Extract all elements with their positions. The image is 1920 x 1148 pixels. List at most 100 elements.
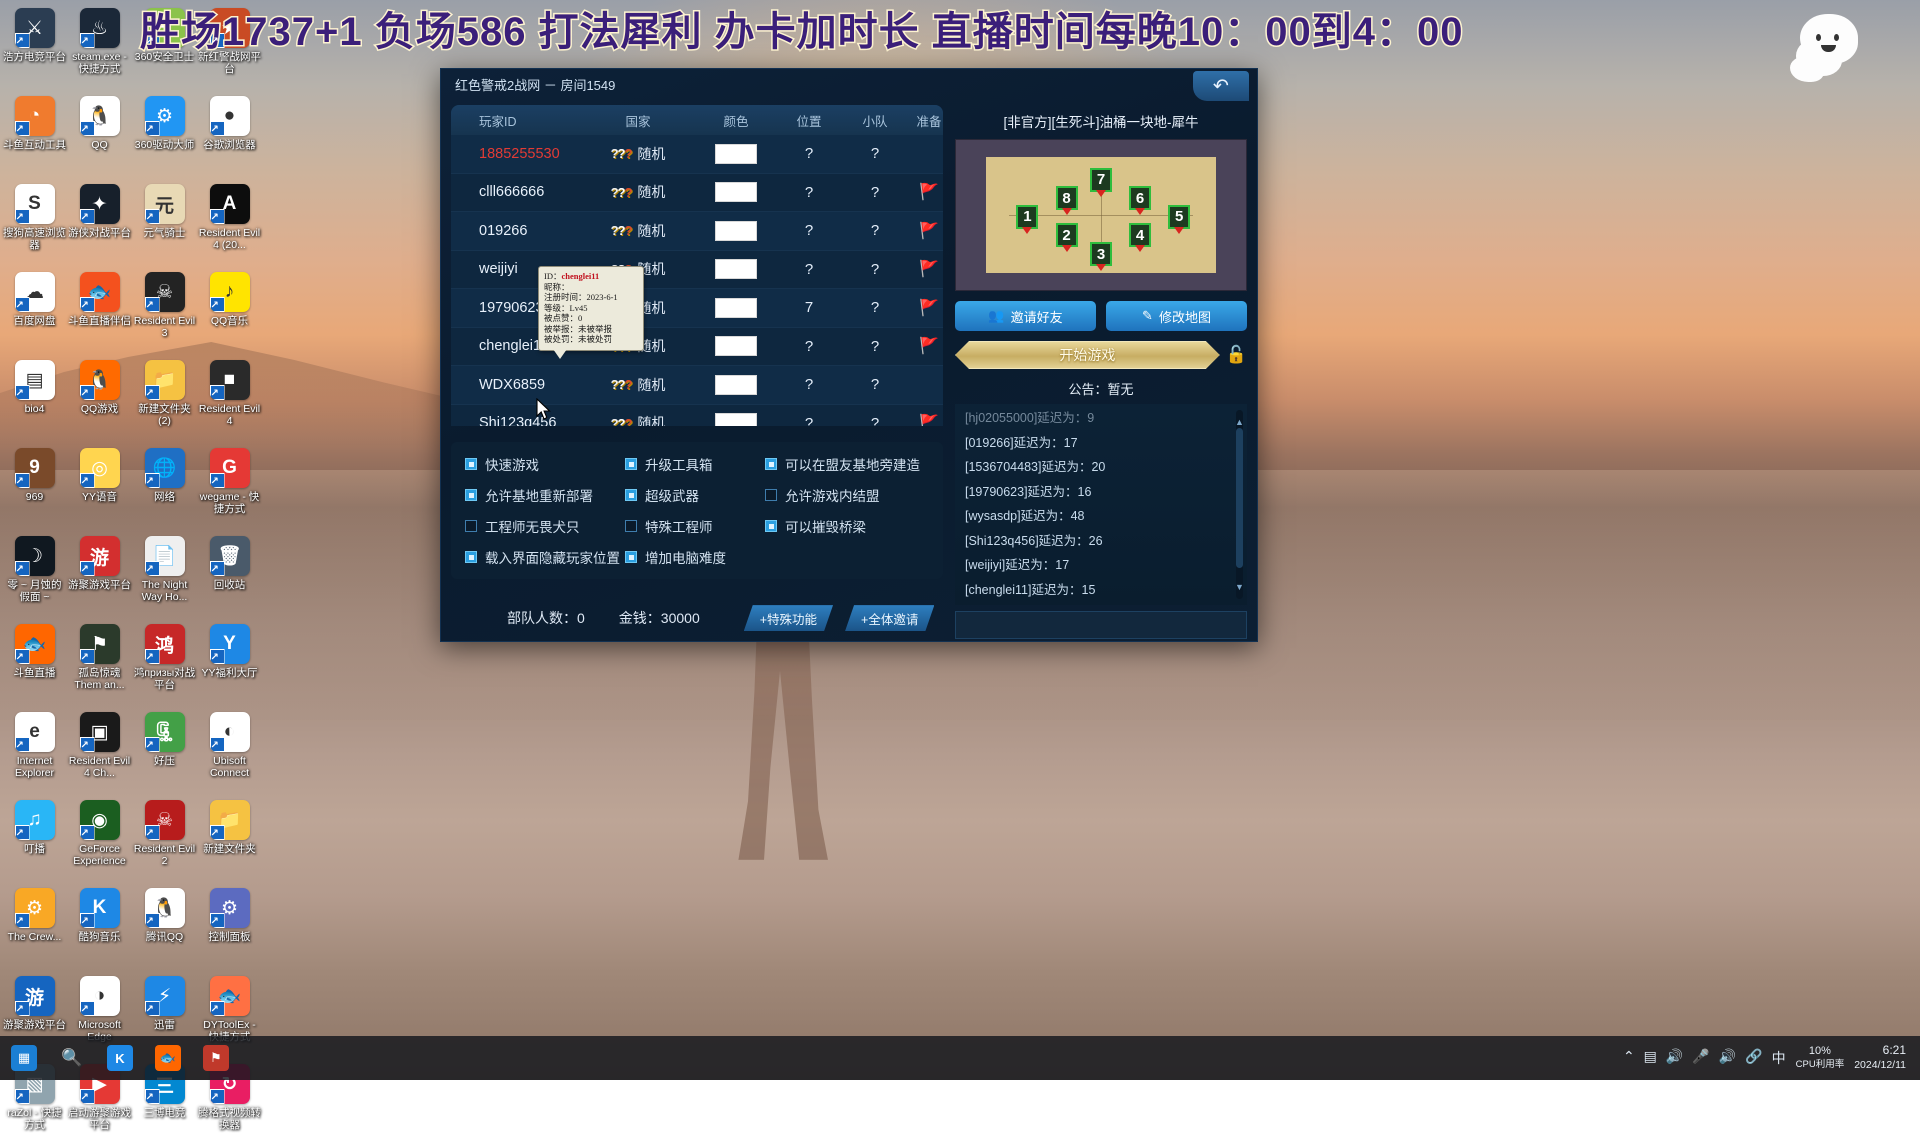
player-color-cell[interactable] [697,259,775,279]
player-row[interactable]: clll666666???随机??🚩 [451,174,943,213]
desktop-icon-22[interactable]: 🌐↗网络 [132,444,197,532]
option-4[interactable]: 超级武器 [625,485,765,505]
tray-icon-6[interactable]: 中 [1772,1048,1786,1068]
desktop-icon-24[interactable]: ☽↗零 ~ 月蚀的假面 ~ [2,532,67,620]
option-3[interactable]: 允许基地重新部署 [465,485,625,505]
desktop-icon-9[interactable]: ✦↗游侠对战平台 [67,180,132,268]
desktop-icon-1[interactable]: ♨↗steam.exe - 快捷方式 [67,4,132,92]
player-team[interactable]: ? [843,184,907,201]
option-0[interactable]: 快速游戏 [465,454,625,474]
checkbox-icon[interactable] [765,489,777,501]
desktop-icon-29[interactable]: ⚑↗孤岛惊魂 Them an... [67,620,132,708]
scroll-down-icon[interactable]: ▼ [1235,575,1244,600]
desktop-icon-5[interactable]: 🐧↗QQ [67,92,132,180]
desktop-icon-7[interactable]: ●↗谷歌浏览器 [197,92,262,180]
ready-flag-icon[interactable]: 🚩 [907,259,943,279]
chat-scroll-thumb[interactable] [1236,428,1243,568]
player-row[interactable]: WDX6859???随机?? [451,366,943,405]
player-team[interactable]: ? [843,338,907,355]
player-position[interactable]: ? [775,415,843,426]
desktop-icon-28[interactable]: 🐟↗斗鱼直播 [2,620,67,708]
desktop-icon-8[interactable]: S↗搜狗高速浏览器 [2,180,67,268]
player-country[interactable]: ???随机 [579,221,697,241]
desktop-icon-11[interactable]: A↗Resident Evil 4 (20... [197,180,262,268]
player-team[interactable]: ? [843,145,907,162]
desktop-icon-12[interactable]: ☁↗百度网盘 [2,268,67,356]
desktop-icon-37[interactable]: ◉↗GeForce Experience [67,796,132,884]
player-id[interactable]: Shi123q456 [459,415,579,426]
player-row[interactable]: 1885255530???随机?? [451,135,943,174]
desktop-icon-36[interactable]: ♫↗叮播 [2,796,67,884]
ready-flag-icon[interactable]: 🚩 [907,298,943,318]
desktop-icon-20[interactable]: 9↗969 [2,444,67,532]
spawn-point-4[interactable]: 4 [1129,223,1151,247]
desktop-icon-19[interactable]: ■↗Resident Evil 4 [197,356,262,444]
checkbox-icon[interactable] [465,520,477,532]
color-swatch[interactable] [715,413,757,426]
invite-friend-button[interactable]: 👥 邀请好友 [955,301,1096,331]
desktop-icon-39[interactable]: 📁↗新建文件夹 [197,796,262,884]
spawn-point-7[interactable]: 7 [1090,168,1112,192]
player-row[interactable]: 19790623???随机7?🚩 [451,289,943,328]
desktop-icon-6[interactable]: ⚙↗360驱动大师 [132,92,197,180]
desktop-icon-14[interactable]: ☠↗Resident Evil 3 [132,268,197,356]
desktop-icon-21[interactable]: ◎↗YY语音 [67,444,132,532]
spawn-point-6[interactable]: 6 [1129,186,1151,210]
tray-icon-2[interactable]: 🔊 [1666,1048,1683,1068]
spawn-point-2[interactable]: 2 [1056,223,1078,247]
desktop-icon-38[interactable]: ☠↗Resident Evil 2 [132,796,197,884]
player-country[interactable]: ???随机 [579,182,697,202]
player-row[interactable]: 019266???随机??🚩 [451,212,943,251]
back-button[interactable]: ↶ [1193,71,1249,101]
checkbox-icon[interactable] [465,458,477,470]
option-2[interactable]: 可以在盟友基地旁建造 [765,454,955,474]
desktop-icon-40[interactable]: ⚙↗The Crew... [2,884,67,972]
desktop-icon-32[interactable]: e↗Internet Explorer [2,708,67,796]
checkbox-icon[interactable] [625,551,637,563]
desktop-icon-3[interactable]: ★↗新红警战网平台 [197,4,262,92]
desktop-icon-26[interactable]: 📄↗The Night Way Ho... [132,532,197,620]
spawn-point-8[interactable]: 8 [1056,186,1078,210]
player-position[interactable]: ? [775,222,843,239]
desktop-icon-18[interactable]: 📁↗新建文件夹 (2) [132,356,197,444]
checkbox-icon[interactable] [765,520,777,532]
player-team[interactable]: ? [843,222,907,239]
player-team[interactable]: ? [843,261,907,278]
tray-icon-1[interactable]: ▤ [1644,1048,1657,1068]
color-swatch[interactable] [715,298,757,318]
player-color-cell[interactable] [697,221,775,241]
desktop-icon-30[interactable]: 鸿↗鸿призы对战平台 [132,620,197,708]
player-country[interactable]: ???随机 [579,413,697,426]
player-id[interactable]: 1885255530 [459,146,579,162]
douyu-taskbar-icon[interactable]: 🐟 [144,1036,192,1080]
option-1[interactable]: 升级工具箱 [625,454,765,474]
start-game-button[interactable]: 开始游戏 [955,341,1220,369]
desktop-icon-25[interactable]: 游↗游聚游戏平台 [67,532,132,620]
option-7[interactable]: 特殊工程师 [625,516,765,536]
desktop-icon-41[interactable]: K↗酷狗音乐 [67,884,132,972]
player-id[interactable]: 019266 [459,223,579,239]
chat-log[interactable]: [hj02055000]延迟为：9[019266]延迟为：17[15367044… [955,404,1247,605]
checkbox-icon[interactable] [625,489,637,501]
ready-flag-icon[interactable]: 🚩 [907,336,943,356]
desktop-icon-23[interactable]: G↗wegame - 快捷方式 [197,444,262,532]
chat-input[interactable] [955,611,1247,639]
desktop-icon-2[interactable]: +↗360安全卫士 [132,4,197,92]
desktop-icon-10[interactable]: 元↗元气骑士 [132,180,197,268]
tray-icon-5[interactable]: 🔗 [1745,1048,1762,1068]
edit-map-button[interactable]: ✎ 修改地图 [1106,301,1247,331]
color-swatch[interactable] [715,375,757,395]
option-9[interactable]: 载入界面隐藏玩家位置 [465,547,625,567]
map-preview[interactable]: 78615243 [955,139,1247,291]
desktop-icon-35[interactable]: ◐↗Ubisoft Connect [197,708,262,796]
desktop-icon-27[interactable]: 🗑↗回收站 [197,532,262,620]
player-row[interactable]: weijiyi???随机??🚩 [451,251,943,290]
player-row[interactable]: Shi123q456???随机??🚩 [451,405,943,427]
checkbox-icon[interactable] [765,458,777,470]
player-country[interactable]: ???随机 [579,144,697,164]
checkbox-icon[interactable] [625,458,637,470]
desktop-icon-13[interactable]: 🐟↗斗鱼直播伴侣 [67,268,132,356]
desktop-icon-33[interactable]: ▣↗Resident Evil 4 Ch... [67,708,132,796]
desktop-icon-15[interactable]: ♪↗QQ音乐 [197,268,262,356]
tray-icon-4[interactable]: 🔊 [1719,1048,1736,1068]
